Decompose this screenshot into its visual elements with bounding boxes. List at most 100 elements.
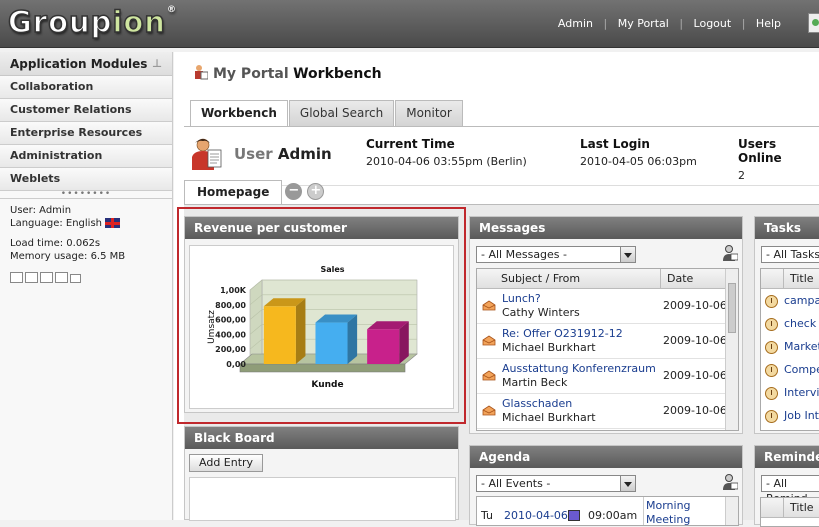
chart-title: Sales bbox=[320, 265, 344, 274]
users-online-value: 2 bbox=[738, 169, 745, 182]
uk-flag-icon[interactable] bbox=[105, 218, 121, 228]
reminder-portlet-title[interactable]: Reminder bbox=[755, 446, 819, 468]
blackboard-portlet-title[interactable]: Black Board bbox=[185, 427, 458, 449]
agenda-scrollbar[interactable] bbox=[725, 497, 738, 525]
sidebar-header: Application Modules ⊥ bbox=[0, 52, 172, 76]
agenda-portlet-title[interactable]: Agenda bbox=[470, 446, 742, 468]
agenda-date[interactable]: 2010-04-06 bbox=[504, 509, 568, 522]
message-from: Martin Beck bbox=[502, 376, 568, 389]
agenda-event[interactable]: Morning bbox=[646, 499, 691, 512]
plugin-icon[interactable] bbox=[808, 13, 819, 33]
task-row[interactable]: Job Inte bbox=[761, 404, 819, 427]
agenda-filter-value: - All Events - bbox=[481, 477, 551, 490]
reminder-table: Title bbox=[760, 497, 819, 527]
message-subject[interactable]: Ausstattung Konferenzraum bbox=[502, 362, 656, 375]
agenda-filter-select[interactable]: - All Events - bbox=[476, 475, 636, 492]
task-title[interactable]: check c bbox=[784, 317, 819, 330]
chevron-down-icon bbox=[620, 247, 635, 262]
nav-separator: | bbox=[603, 17, 608, 30]
message-subject[interactable]: Glasschaden bbox=[502, 397, 572, 410]
task-title[interactable]: Compet bbox=[784, 363, 819, 376]
message-row[interactable]: Lunch? Cathy Winters 2009-10-06 bbox=[477, 289, 738, 324]
page-title: My Portal Workbench bbox=[194, 64, 382, 82]
tasks-portlet-title[interactable]: Tasks bbox=[755, 217, 819, 239]
layout-icon-2[interactable] bbox=[25, 272, 38, 283]
top-navigation: Admin | My Portal | Logout | Help bbox=[558, 17, 781, 30]
remove-page-button[interactable]: − bbox=[285, 183, 303, 200]
help-link[interactable]: Help bbox=[756, 17, 781, 30]
performance-info: Load time: 0.062s Memory usage: 6.5 MB bbox=[0, 235, 172, 268]
tab-workbench[interactable]: Workbench bbox=[190, 100, 288, 126]
blackboard-content bbox=[189, 477, 456, 521]
logout-link[interactable]: Logout bbox=[694, 17, 732, 30]
tab-global-search[interactable]: Global Search bbox=[288, 100, 395, 126]
sidebar-resize-handle[interactable]: •••••••• bbox=[0, 190, 172, 199]
user-avatar-icon bbox=[192, 137, 222, 170]
tasks-filter-value: - All Tasks - bbox=[766, 248, 819, 261]
message-date: 2009-10-06 bbox=[663, 404, 727, 417]
current-time-block: Current Time 2010-04-06 03:55pm (Berlin) bbox=[366, 137, 527, 168]
messages-col-subject[interactable]: Subject / From bbox=[501, 269, 580, 289]
task-title[interactable]: campai bbox=[784, 294, 819, 307]
add-entry-button[interactable]: Add Entry bbox=[189, 454, 264, 472]
chart-bar-side bbox=[347, 314, 358, 364]
agenda-day: Tu bbox=[481, 509, 494, 522]
layout-icon-3[interactable] bbox=[40, 272, 53, 283]
message-subject[interactable]: Lunch? bbox=[502, 292, 541, 305]
message-row[interactable]: Re: Offer O231912-12 Michael Burkhart 2009… bbox=[477, 324, 738, 359]
messages-portlet-title[interactable]: Messages bbox=[470, 217, 742, 239]
messages-col-date[interactable]: Date bbox=[660, 269, 693, 289]
agenda-add-icon[interactable] bbox=[722, 473, 739, 491]
tasks-filter-select[interactable]: - All Tasks - bbox=[761, 246, 819, 263]
message-date: 2009-10-06 bbox=[663, 369, 727, 382]
messages-compose-icon[interactable] bbox=[722, 244, 739, 262]
scrollbar-thumb[interactable] bbox=[728, 283, 736, 333]
task-title[interactable]: Job Inte bbox=[784, 409, 819, 422]
messages-filter-select[interactable]: - All Messages - bbox=[476, 246, 636, 263]
task-row[interactable]: Compet bbox=[761, 358, 819, 381]
user-info-bar: User Admin Current Time 2010-04-06 03:55… bbox=[184, 126, 819, 186]
sidebar-item-weblets[interactable]: Weblets bbox=[0, 168, 172, 191]
chart-y-tick-label: 400,00 bbox=[215, 330, 246, 339]
chart-floor-edge bbox=[239, 363, 406, 373]
message-row[interactable]: Glasschaden Michael Burkhart 2009-10-06 bbox=[477, 394, 738, 429]
reminder-col-title[interactable]: Title bbox=[783, 498, 814, 518]
task-row[interactable]: campai bbox=[761, 289, 819, 312]
tab-homepage[interactable]: Homepage bbox=[184, 180, 283, 204]
main-tabs: Workbench Global Search Monitor bbox=[190, 100, 464, 126]
current-time-value: 2010-04-06 03:55pm (Berlin) bbox=[366, 155, 527, 168]
task-title[interactable]: Intervie bbox=[784, 386, 819, 399]
add-page-button[interactable]: + bbox=[307, 183, 325, 200]
portal-page-tabs: Homepage − + bbox=[184, 180, 326, 205]
sidebar-item-enterprise-resources[interactable]: Enterprise Resources bbox=[0, 122, 172, 145]
messages-scrollbar[interactable] bbox=[725, 269, 738, 430]
task-row[interactable]: Marketi bbox=[761, 335, 819, 358]
clock-icon bbox=[765, 340, 778, 354]
blackboard-portlet: Black Board Add Entry bbox=[184, 426, 459, 521]
message-row[interactable]: Ausstattung Konferenzraum Martin Beck 2009… bbox=[477, 359, 738, 394]
tab-monitor[interactable]: Monitor bbox=[395, 100, 463, 126]
reminder-filter-select[interactable]: - All Remind bbox=[761, 475, 819, 505]
my-portal-link[interactable]: My Portal bbox=[618, 17, 669, 30]
groupion-logo[interactable]: Groupion® bbox=[7, 4, 177, 40]
layout-icon-4[interactable] bbox=[55, 272, 68, 283]
clock-icon bbox=[765, 317, 778, 331]
revenue-portlet-title[interactable]: Revenue per customer bbox=[185, 217, 458, 239]
envelope-icon bbox=[482, 370, 496, 381]
layout-icon-1[interactable] bbox=[10, 272, 23, 283]
task-row[interactable]: Intervie bbox=[761, 381, 819, 404]
sidebar-item-administration[interactable]: Administration bbox=[0, 145, 172, 168]
message-subject[interactable]: Re: Offer O231912-12 bbox=[502, 327, 623, 340]
layout-icon-5[interactable] bbox=[70, 274, 81, 283]
chart-y-tick-label: 800,00 bbox=[215, 301, 246, 310]
sidebar-item-customer-relations[interactable]: Customer Relations bbox=[0, 99, 172, 122]
tasks-col-title[interactable]: Title bbox=[783, 269, 814, 289]
admin-link[interactable]: Admin bbox=[558, 17, 593, 30]
task-row[interactable]: check c bbox=[761, 312, 819, 335]
task-title[interactable]: Marketi bbox=[784, 340, 819, 353]
logo-text-group: Group bbox=[7, 4, 113, 40]
chart-y-tick-label: 600,00 bbox=[215, 316, 246, 325]
user-name-value: Admin bbox=[277, 145, 332, 163]
pin-icon[interactable]: ⊥ bbox=[152, 52, 162, 76]
sidebar-item-collaboration[interactable]: Collaboration bbox=[0, 76, 172, 99]
